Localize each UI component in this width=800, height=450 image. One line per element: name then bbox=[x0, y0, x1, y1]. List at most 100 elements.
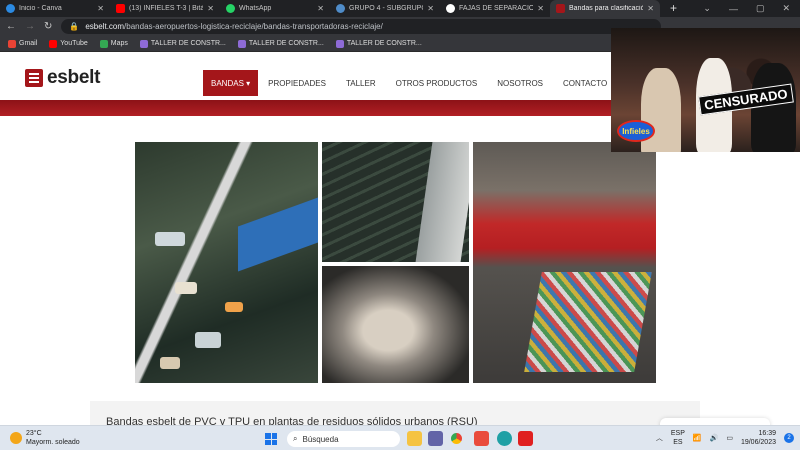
maximize-icon[interactable]: ▢ bbox=[756, 3, 765, 14]
sun-icon bbox=[10, 432, 22, 444]
nav-bandas[interactable]: BANDAS ▾ bbox=[203, 70, 259, 96]
debris bbox=[175, 282, 197, 294]
volume-icon[interactable]: 🔊 bbox=[710, 434, 719, 442]
chrome-icon[interactable] bbox=[449, 431, 464, 446]
nav-propiedades[interactable]: PROPIEDADES bbox=[258, 70, 336, 96]
tab-title: FAJAS DE SEPARACION DE RESIDUOS bbox=[459, 5, 534, 12]
photo-belt-roller[interactable] bbox=[322, 266, 469, 383]
youtube-icon bbox=[49, 39, 58, 48]
blue-bin bbox=[238, 197, 318, 272]
tab-fajas[interactable]: FAJAS DE SEPARACION DE RESIDUOS ✕ bbox=[440, 0, 550, 17]
main-nav: BANDAS ▾ PROPIEDADES TALLER OTROS PRODUC… bbox=[203, 70, 653, 96]
photo-sorting-line[interactable] bbox=[473, 142, 656, 383]
nav-contacto[interactable]: CONTACTO bbox=[553, 70, 617, 96]
tab-title: (13) INFIELES T-3 | Bitácora bbox=[129, 5, 204, 12]
chevron-down-icon[interactable]: ⌄ bbox=[703, 3, 711, 14]
weather-desc: Mayorm. soleado bbox=[26, 439, 80, 446]
bookmark-icon bbox=[237, 39, 246, 48]
windows-start-icon[interactable] bbox=[265, 433, 277, 445]
google-icon bbox=[446, 4, 455, 13]
clock[interactable]: 16:39 19/06/2023 bbox=[741, 429, 776, 447]
debris bbox=[195, 332, 221, 348]
bookmark-label: TALLER DE CONSTR... bbox=[346, 40, 422, 47]
address-bar[interactable]: 🔒 esbelt.com/bandas-aeropuertos-logistic… bbox=[61, 19, 662, 34]
tab-title: Inicio - Canva bbox=[19, 5, 62, 12]
logo-text: esbelt bbox=[47, 67, 101, 88]
maps-icon bbox=[99, 39, 108, 48]
forward-icon[interactable]: → bbox=[25, 21, 35, 32]
wifi-icon[interactable]: 📶 bbox=[693, 434, 702, 442]
video-overlay[interactable]: CENSURADO Infieles bbox=[611, 28, 800, 152]
tab-canva[interactable]: Inicio - Canva ✕ bbox=[0, 0, 110, 17]
back-icon[interactable]: ← bbox=[6, 21, 16, 32]
sorted-waste bbox=[524, 272, 652, 372]
nav-otros-productos[interactable]: OTROS PRODUCTOS bbox=[386, 70, 488, 96]
nav-label: BANDAS bbox=[211, 78, 244, 88]
bookmark-maps[interactable]: Maps bbox=[99, 39, 128, 48]
new-tab-button[interactable]: + bbox=[660, 0, 687, 17]
chevron-up-icon[interactable]: ︿ bbox=[656, 433, 663, 443]
system-tray: ︿ ESP ES 📶 🔊 ▭ 16:39 19/06/2023 2 bbox=[656, 429, 794, 447]
debris bbox=[155, 232, 185, 246]
bookmark-taller-2[interactable]: TALLER DE CONSTR... bbox=[237, 39, 324, 48]
search-placeholder: Búsqueda bbox=[302, 434, 339, 444]
tab-grupo[interactable]: GRUPO 4 - SUBGRUPO: MÉTODOS ✕ bbox=[330, 0, 440, 17]
notification-badge[interactable]: 2 bbox=[784, 433, 794, 443]
close-icon[interactable]: ✕ bbox=[97, 4, 104, 13]
gmail-icon bbox=[8, 39, 16, 48]
camera-icon[interactable] bbox=[428, 431, 443, 446]
battery-icon[interactable]: ▭ bbox=[726, 434, 733, 442]
photo-recycling-conveyor[interactable] bbox=[135, 142, 318, 383]
file-explorer-icon[interactable] bbox=[407, 431, 422, 446]
close-icon[interactable]: ✕ bbox=[647, 4, 654, 13]
acrobat-icon[interactable] bbox=[518, 431, 533, 446]
belt-rail bbox=[415, 142, 469, 262]
taskbar: 23°C Mayorm. soleado ⌕ Búsqueda ︿ ESP ES 📶… bbox=[0, 425, 800, 450]
bookmark-icon bbox=[139, 39, 148, 48]
nav-nosotros[interactable]: NOSOTROS bbox=[487, 70, 553, 96]
minimize-icon[interactable]: — bbox=[729, 4, 738, 14]
close-icon[interactable]: ✕ bbox=[207, 4, 214, 13]
bookmark-gmail[interactable]: Gmail bbox=[8, 39, 38, 48]
bookmark-label: TALLER DE CONSTR... bbox=[150, 40, 226, 47]
site-logo[interactable]: esbelt bbox=[25, 67, 100, 89]
close-icon[interactable]: ✕ bbox=[537, 4, 544, 13]
show-logo: Infieles bbox=[617, 120, 655, 142]
search-icon: ⌕ bbox=[293, 434, 298, 443]
weather-widget[interactable]: 23°C Mayorm. soleado bbox=[10, 429, 80, 447]
esbelt-logo-icon bbox=[25, 69, 43, 87]
bookmark-label: TALLER DE CONSTR... bbox=[248, 40, 324, 47]
bookmark-taller-3[interactable]: TALLER DE CONSTR... bbox=[335, 39, 422, 48]
language-indicator[interactable]: ESP ES bbox=[671, 429, 685, 447]
close-icon[interactable]: ✕ bbox=[427, 4, 434, 13]
debris bbox=[225, 302, 243, 312]
lock-icon: 🔒 bbox=[69, 22, 80, 31]
tab-whatsapp[interactable]: WhatsApp ✕ bbox=[220, 0, 330, 17]
lang-code: ESP bbox=[670, 430, 685, 437]
tab-title: WhatsApp bbox=[239, 5, 272, 12]
reload-icon[interactable]: ↻ bbox=[44, 21, 52, 32]
tab-title: GRUPO 4 - SUBGRUPO: MÉTODOS bbox=[349, 5, 423, 12]
canva-icon bbox=[6, 4, 15, 13]
lang-region: ES bbox=[673, 439, 683, 446]
taskbar-search[interactable]: ⌕ Búsqueda bbox=[287, 431, 400, 447]
bookmark-taller-1[interactable]: TALLER DE CONSTR... bbox=[139, 39, 226, 48]
person bbox=[751, 63, 796, 152]
time: 16:39 bbox=[758, 430, 776, 437]
app-icon[interactable] bbox=[474, 431, 489, 446]
nav-taller[interactable]: TALLER bbox=[336, 70, 386, 96]
close-icon[interactable]: ✕ bbox=[317, 4, 324, 13]
bookmark-label: Gmail bbox=[19, 40, 38, 47]
bookmark-youtube[interactable]: YouTube bbox=[49, 39, 88, 48]
youtube-icon bbox=[116, 4, 125, 13]
photo-belt-cleats[interactable] bbox=[322, 142, 469, 262]
edge-icon[interactable] bbox=[497, 431, 512, 446]
tab-title: Bandas para clasificación de residuos bbox=[569, 5, 644, 12]
url-host: esbelt.com bbox=[85, 22, 125, 31]
close-window-icon[interactable]: ✕ bbox=[782, 3, 790, 14]
debris bbox=[160, 357, 180, 369]
esbelt-icon bbox=[556, 4, 565, 13]
bookmark-icon bbox=[335, 39, 344, 48]
tab-esbelt[interactable]: Bandas para clasificación de residuos ✕ bbox=[550, 0, 660, 17]
tab-youtube[interactable]: (13) INFIELES T-3 | Bitácora ✕ bbox=[110, 0, 220, 17]
